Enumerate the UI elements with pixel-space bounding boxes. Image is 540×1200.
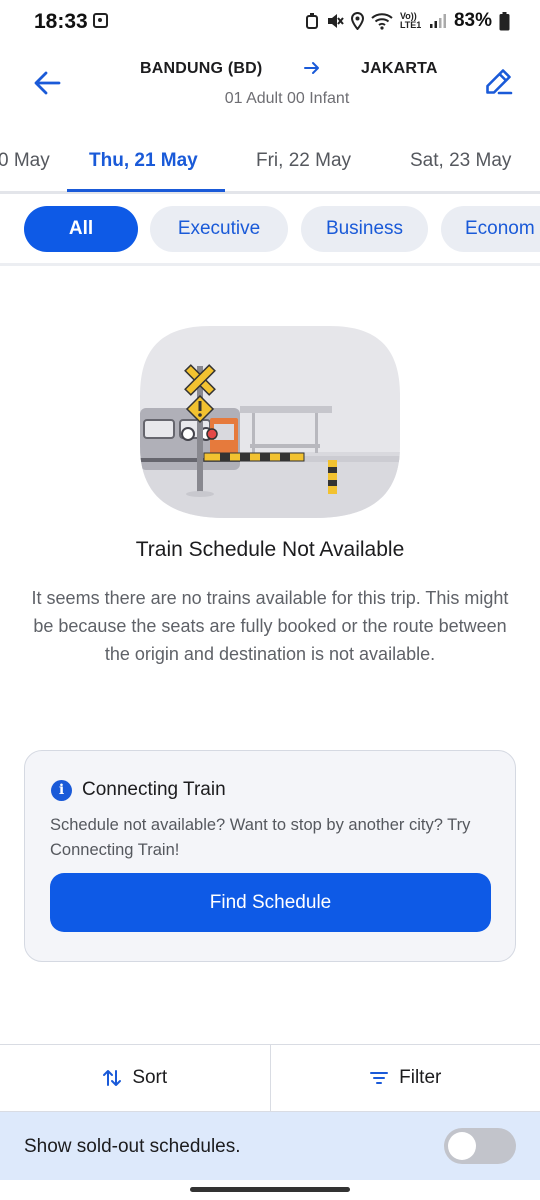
- status-indicators: Vo)) LTE1 83%: [305, 9, 510, 33]
- tab-date-selected[interactable]: Thu, 21 May: [89, 150, 198, 172]
- sort-label: Sort: [132, 1067, 168, 1088]
- wifi-icon: [371, 13, 393, 30]
- notification-icon: [93, 13, 108, 28]
- find-schedule-button[interactable]: Find Schedule: [50, 873, 491, 932]
- tab-date-next[interactable]: Fri, 22 May: [256, 150, 351, 172]
- battery-percent: 83%: [453, 10, 492, 31]
- empty-state-title: Train Schedule Not Available: [135, 538, 405, 561]
- filter-button[interactable]: Filter: [269, 1045, 540, 1111]
- filter-icon: [370, 1072, 389, 1084]
- destination-station: JAKARTA: [361, 60, 438, 77]
- date-tabs: 0 May Thu, 21 May Fri, 22 May Sat, 23 Ma…: [0, 126, 540, 194]
- empty-state-description: It seems there are no trains available f…: [31, 588, 509, 664]
- battery-icon: [499, 11, 510, 30]
- connecting-train-card: i Connecting Train Schedule not availabl…: [24, 750, 516, 962]
- mute-icon: [327, 14, 344, 28]
- chip-all[interactable]: All: [24, 206, 138, 252]
- chip-business[interactable]: Business: [301, 206, 428, 252]
- filter-label: Filter: [399, 1067, 442, 1088]
- connecting-train-title: Connecting Train: [82, 779, 226, 800]
- signal-icon: [429, 14, 446, 28]
- sort-filter-bar: Sort Filter: [0, 1044, 540, 1112]
- origin-station: BANDUNG (BD): [140, 60, 263, 77]
- sort-icon: [103, 1070, 122, 1086]
- chip-executive[interactable]: Executive: [150, 206, 288, 252]
- sold-out-toggle-row: Show sold-out schedules.: [0, 1112, 540, 1180]
- tab-date-prev[interactable]: 0 May: [0, 150, 50, 172]
- trip-header: BANDUNG (BD) JAKARTA 01 Adult 00 Infant: [0, 44, 540, 126]
- passenger-summary: 01 Adult 00 Infant: [224, 90, 350, 107]
- status-time: 18:33: [34, 10, 88, 33]
- tab-date-next-2[interactable]: Sat, 23 May: [410, 150, 511, 172]
- network-type-label: Vo)) LTE1: [399, 11, 422, 30]
- location-icon: [350, 12, 364, 30]
- sort-button[interactable]: Sort: [0, 1045, 270, 1111]
- sold-out-label: Show sold-out schedules.: [24, 1136, 241, 1157]
- route-arrow-icon: [304, 62, 319, 74]
- connecting-train-description: Schedule not available? Want to stop by …: [50, 816, 471, 859]
- chip-economy[interactable]: Econom: [441, 206, 540, 252]
- info-icon: i: [51, 780, 72, 801]
- toggle-knob: [448, 1132, 476, 1160]
- home-indicator[interactable]: [190, 1187, 350, 1192]
- alarm-icon: [305, 13, 318, 29]
- status-bar: 18:33 Vo)) LTE1 83%: [0, 0, 540, 44]
- class-filter-chips: All Executive Business Econom: [0, 194, 540, 266]
- sold-out-toggle[interactable]: [444, 1128, 516, 1164]
- selected-tab-indicator: [67, 189, 225, 192]
- edit-pencil-icon[interactable]: [484, 66, 514, 96]
- train-crossing-illustration: [140, 326, 400, 518]
